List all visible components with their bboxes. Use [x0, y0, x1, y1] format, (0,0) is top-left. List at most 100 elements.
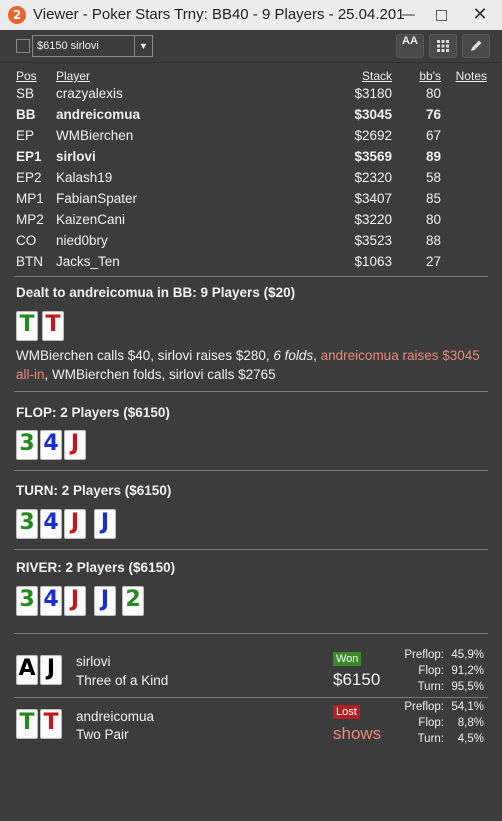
row-stack: $3180	[354, 86, 392, 101]
row-player: WMBierchen	[56, 128, 134, 143]
header-player[interactable]: Player	[56, 69, 90, 83]
row-bbs: 27	[425, 254, 441, 269]
divider	[14, 276, 488, 277]
row-pos: EP	[16, 128, 35, 143]
divider	[14, 391, 488, 392]
table-row[interactable]: CO nied0bry $3523 88	[0, 233, 502, 254]
chevron-down-icon[interactable]: ▼	[134, 36, 152, 56]
table-row[interactable]: BTN Jacks_Ten $1063 27	[0, 254, 502, 275]
showdown-player: sirlovi	[76, 654, 111, 669]
stat-label: Flop:	[418, 717, 444, 729]
minimize-icon[interactable]: —	[392, 0, 425, 30]
row-bbs: 88	[425, 233, 441, 248]
card: A	[16, 655, 38, 685]
card: 3	[16, 509, 38, 539]
row-stack: $3523	[354, 233, 392, 248]
stat-value: 91,2%	[451, 665, 484, 677]
hand-select-value: $6150 sirlovi	[37, 40, 99, 52]
action-folds: 6 folds	[273, 348, 314, 363]
maximize-icon[interactable]: □	[425, 0, 458, 30]
row-player: FabianSpater	[56, 191, 138, 206]
river-title: RIVER: 2 Players ($6150)	[16, 560, 176, 575]
header-notes[interactable]: Notes	[456, 69, 487, 83]
row-player: KaizenCani	[56, 212, 126, 227]
divider	[14, 470, 488, 471]
row-stack: $3569	[354, 149, 392, 164]
card: J	[40, 655, 62, 685]
grid-icon	[437, 40, 449, 52]
card: 4	[40, 430, 62, 460]
card: J	[94, 509, 116, 539]
stat-value: 8,8%	[457, 717, 484, 729]
row-pos: MP2	[16, 212, 44, 227]
row-player: Jacks_Ten	[56, 254, 120, 269]
divider	[14, 549, 488, 550]
card: J	[64, 430, 86, 460]
header-bbs[interactable]: bb's	[419, 69, 441, 83]
card: T	[42, 311, 64, 341]
table-row[interactable]: EP2 Kalash19 $2320 58	[0, 170, 502, 191]
row-stack: $3407	[354, 191, 392, 206]
card: T	[40, 709, 62, 739]
card: 3	[16, 430, 38, 460]
row-stack: $3220	[354, 212, 392, 227]
card: T	[16, 311, 38, 341]
row-stack: $2320	[354, 170, 392, 185]
row-stack: $2692	[354, 128, 392, 143]
stat-value: 4,5%	[457, 733, 484, 745]
action-text: , WMBierchen folds, sirlovi calls $2765	[44, 367, 276, 382]
header-pos[interactable]: Pos	[16, 69, 37, 83]
row-stack: $3045	[354, 107, 392, 122]
won-badge: Won	[333, 652, 362, 666]
stat-value: 95,5%	[451, 681, 484, 693]
hand-content: Pos Player Stack bb's Notes SB crazyalex…	[0, 63, 502, 821]
edit-button[interactable]	[462, 34, 490, 58]
showdown-player: andreicomua	[76, 709, 155, 724]
toolbar: $6150 sirlovi ▼ AA	[0, 30, 502, 63]
action-text: ,	[313, 348, 321, 363]
row-pos: EP1	[16, 149, 42, 164]
stat-label: Preflop:	[404, 649, 444, 661]
action-text: WMBierchen calls $40, sirlovi raises $28…	[16, 348, 274, 363]
table-row[interactable]: BB andreicomua $3045 76	[0, 107, 502, 128]
font-size-button[interactable]: AA	[396, 34, 424, 58]
turn-title: TURN: 2 Players ($6150)	[16, 483, 172, 498]
row-bbs: 85	[425, 191, 441, 206]
row-pos: BB	[16, 107, 36, 122]
stat-value: 45,9%	[451, 649, 484, 661]
divider	[14, 697, 488, 698]
header-stack[interactable]: Stack	[362, 69, 392, 83]
row-bbs: 80	[425, 212, 441, 227]
row-pos: EP2	[16, 170, 42, 185]
card: T	[16, 709, 38, 739]
showdown-hand: Two Pair	[76, 727, 129, 742]
card: J	[64, 586, 86, 616]
grid-button[interactable]	[429, 34, 457, 58]
stat-label: Turn:	[417, 681, 444, 693]
row-bbs: 67	[425, 128, 441, 143]
stat-label: Flop:	[418, 665, 444, 677]
hand-select[interactable]: $6150 sirlovi ▼	[32, 35, 153, 57]
card: 4	[40, 586, 62, 616]
card: J	[94, 586, 116, 616]
table-row[interactable]: SB crazyalexis $3180 80	[0, 86, 502, 107]
row-player: crazyalexis	[56, 86, 123, 101]
title-bar[interactable]: 2 Viewer - Poker Stars Trny: BB40 - 9 Pl…	[0, 0, 502, 30]
lost-amount: shows	[333, 724, 382, 743]
table-row[interactable]: EP1 sirlovi $3569 89	[0, 149, 502, 170]
row-pos: CO	[16, 233, 37, 248]
equity-stats: Preflop: 45,9% Flop: 91,2% Turn: 95,5%	[392, 649, 484, 697]
close-icon[interactable]: ✕	[458, 0, 502, 30]
equity-stats: Preflop: 54,1% Flop: 8,8% Turn: 4,5%	[392, 701, 484, 749]
table-row[interactable]: MP1 FabianSpater $3407 85	[0, 191, 502, 212]
row-bbs: 89	[425, 149, 441, 164]
table-row[interactable]: MP2 KaizenCani $3220 80	[0, 212, 502, 233]
window-title: Viewer - Poker Stars Trny: BB40 - 9 Play…	[33, 6, 405, 23]
stat-label: Preflop:	[404, 701, 444, 713]
row-player: sirlovi	[56, 149, 96, 164]
flop-title: FLOP: 2 Players ($6150)	[16, 405, 170, 420]
select-checkbox[interactable]	[16, 39, 30, 53]
lost-badge: Lost	[333, 705, 360, 719]
table-row[interactable]: EP WMBierchen $2692 67	[0, 128, 502, 149]
row-pos: MP1	[16, 191, 44, 206]
